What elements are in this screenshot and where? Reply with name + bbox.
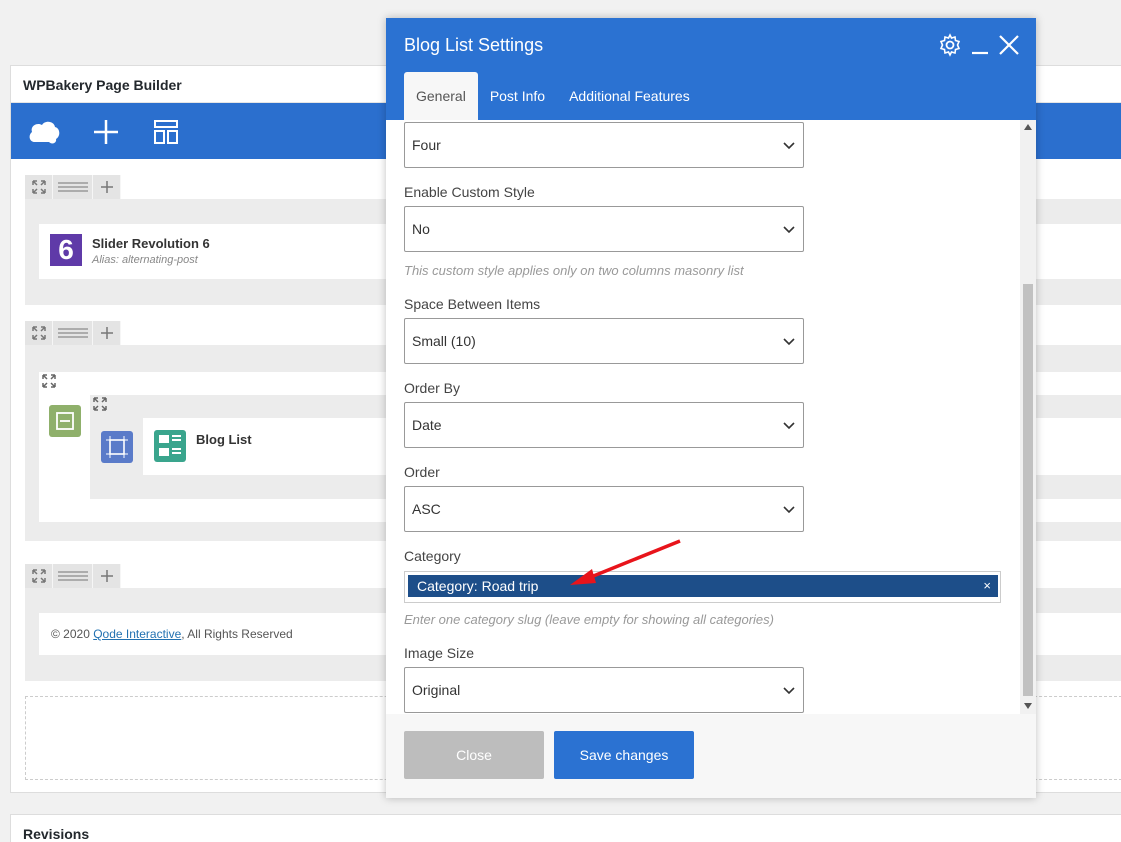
chevron-down-icon (783, 684, 795, 700)
add-icon[interactable] (93, 321, 121, 345)
columns-select[interactable]: Four (404, 122, 804, 168)
row-controls (25, 175, 121, 199)
drag-handle-icon[interactable] (53, 175, 93, 199)
move-icon[interactable] (25, 175, 53, 199)
logo-icon[interactable] (27, 117, 61, 147)
close-icon[interactable] (998, 34, 1020, 61)
chevron-down-icon (783, 223, 795, 239)
tab-post-info[interactable]: Post Info (478, 72, 557, 120)
row-controls (25, 564, 121, 588)
revisions-title: Revisions (10, 814, 1121, 842)
slider-alias: Alias: alternating-post (92, 254, 198, 266)
move-icon[interactable] (25, 321, 53, 345)
gear-icon[interactable] (938, 33, 962, 62)
save-changes-button[interactable]: Save changes (554, 731, 694, 779)
chevron-down-icon (783, 419, 795, 435)
tab-additional-features[interactable]: Additional Features (557, 72, 702, 120)
order-select[interactable]: ASC (404, 486, 804, 532)
add-icon[interactable] (93, 564, 121, 588)
move-icon[interactable] (93, 397, 107, 416)
move-icon[interactable] (42, 374, 56, 393)
drag-handle-icon[interactable] (53, 564, 93, 588)
category-chip: Category: Road trip × (408, 575, 998, 597)
order-by-label: Order By (404, 380, 461, 396)
remove-chip-icon[interactable]: × (983, 578, 991, 593)
chevron-down-icon (783, 503, 795, 519)
order-label: Order (404, 464, 440, 480)
close-button[interactable]: Close (404, 731, 544, 779)
layout-icon[interactable] (149, 117, 183, 147)
category-label: Category (404, 548, 461, 564)
space-label: Space Between Items (404, 296, 541, 312)
blog-list-title: Blog List (196, 432, 252, 447)
inner-column-icon (101, 431, 133, 463)
annotation-arrow (570, 539, 681, 585)
modal-title: Blog List Settings (404, 35, 544, 55)
qode-link[interactable]: Qode Interactive (93, 627, 181, 641)
modal-scrollbar[interactable] (1020, 120, 1036, 714)
image-size-label: Image Size (404, 645, 475, 661)
scroll-up-icon[interactable] (1024, 124, 1032, 130)
blog-list-icon (154, 430, 186, 462)
plus-icon[interactable] (89, 117, 123, 147)
tab-general[interactable]: General (404, 72, 478, 120)
blog-list-settings-modal: Blog List Settings General Post Info Add… (386, 18, 1036, 798)
drag-handle-icon[interactable] (53, 321, 93, 345)
category-hint: Enter one category slug (leave empty for… (404, 612, 774, 627)
row-controls (25, 321, 121, 345)
chevron-down-icon (783, 335, 795, 351)
category-input[interactable]: Category: Road trip × (404, 571, 1001, 603)
custom-style-select[interactable]: No (404, 206, 804, 252)
modal-body: Four Enable Custom Style No This custom … (386, 120, 1036, 714)
chevron-down-icon (783, 139, 795, 155)
slider-title: Slider Revolution 6 (92, 236, 210, 251)
minimize-icon[interactable] (970, 33, 990, 62)
modal-tabs: General Post Info Additional Features (404, 72, 702, 120)
modal-footer: Close Save changes (386, 714, 1036, 798)
modal-window-controls (938, 33, 1020, 62)
slider-revolution-icon: 6 (50, 234, 82, 266)
space-select[interactable]: Small (10) (404, 318, 804, 364)
move-icon[interactable] (25, 564, 53, 588)
modal-header: Blog List Settings General Post Info Add… (386, 18, 1036, 120)
scroll-down-icon[interactable] (1024, 703, 1032, 709)
section-icon (49, 405, 81, 437)
order-by-select[interactable]: Date (404, 402, 804, 448)
custom-style-hint: This custom style applies only on two co… (404, 263, 744, 278)
image-size-select[interactable]: Original (404, 667, 804, 713)
scrollbar-thumb[interactable] (1023, 284, 1033, 696)
add-icon[interactable] (93, 175, 121, 199)
custom-style-label: Enable Custom Style (404, 184, 535, 200)
